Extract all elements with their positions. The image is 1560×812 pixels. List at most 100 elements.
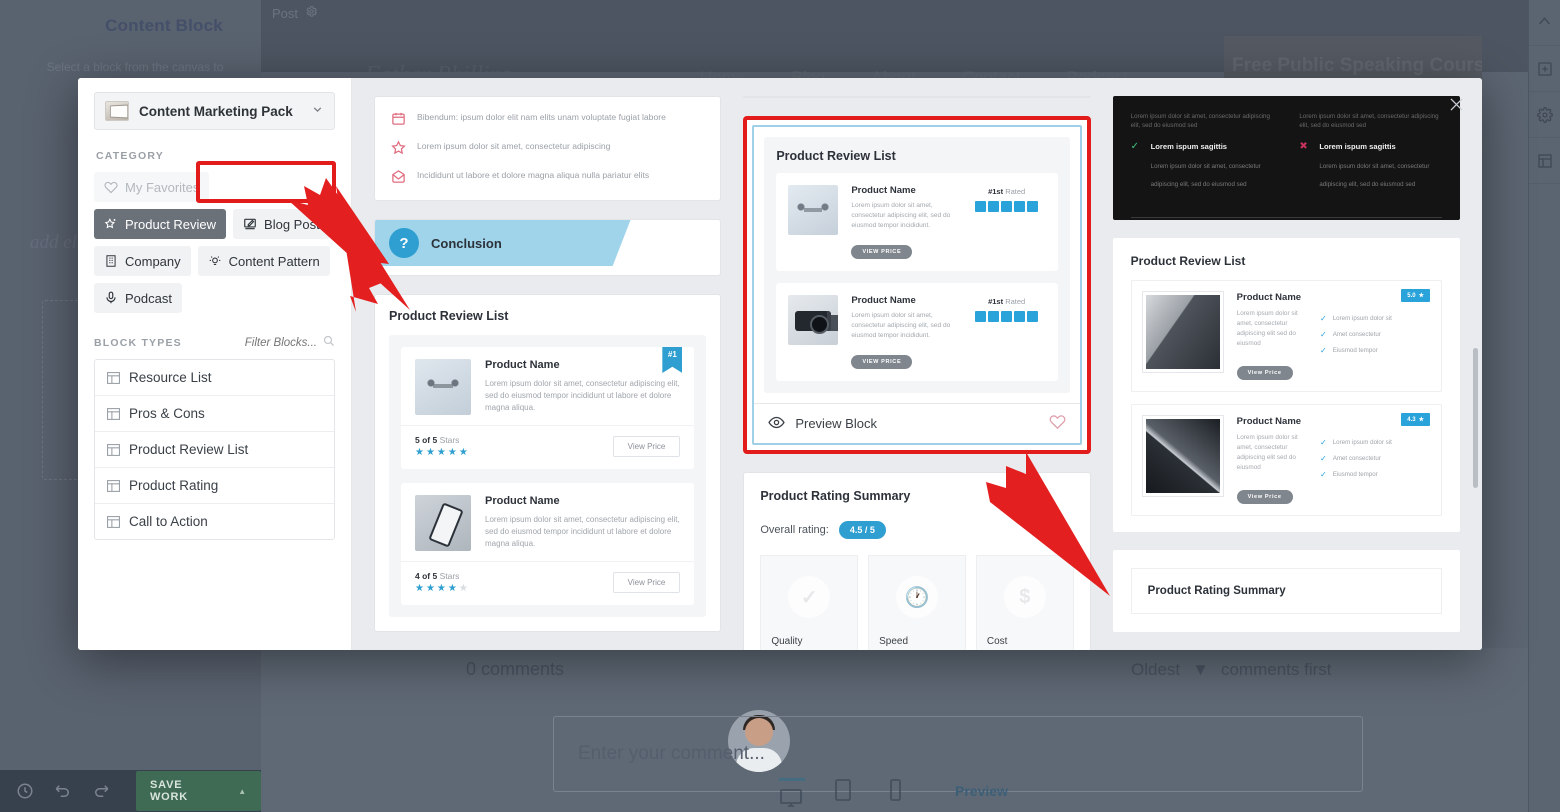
rank-bold: #1st — [988, 187, 1004, 196]
close-icon[interactable] — [1444, 92, 1468, 116]
chip-my-favorites[interactable]: My Favorites — [94, 172, 210, 202]
bullet-list-preview[interactable]: Bibendum: ipsum dolor elit nam elits una… — [374, 96, 722, 201]
block-layout-icon — [107, 407, 120, 420]
rating-summary-title: Product Rating Summary — [760, 489, 911, 503]
list-item[interactable]: 5.0 ★ Product Name Lorem ipsum dolor sit … — [1130, 280, 1442, 392]
save-work-button[interactable]: SAVE WORK ▲ — [136, 771, 261, 811]
desktop-icon[interactable] — [779, 778, 805, 807]
block-item-label: Product Review List — [129, 442, 249, 457]
chevron-down-icon[interactable]: ▼ — [1192, 660, 1209, 680]
history-icon[interactable] — [16, 782, 34, 800]
pro-body: Lorem ipsum dolor sit amet, consectetur … — [1150, 163, 1261, 188]
chip-label: Podcast — [125, 290, 172, 306]
right-rating-summary-preview[interactable]: Product Rating Summary — [1112, 550, 1460, 632]
bullet-row: Bibendum: ipsum dolor elit nam elits una… — [391, 111, 704, 126]
modal-scrollbar[interactable] — [1473, 348, 1478, 488]
view-price-button[interactable]: VIEW PRICE — [851, 355, 913, 369]
rating-column: #1st Rated — [968, 295, 1046, 322]
editor-bottom-bar: SAVE WORK ▲ — [0, 770, 261, 812]
stars-label-rest: Stars — [439, 571, 460, 581]
undo-icon[interactable] — [54, 782, 72, 800]
pencil-square-icon — [243, 217, 257, 231]
settings-gear-icon[interactable] — [1529, 92, 1560, 138]
block-item-call-to-action[interactable]: Call to Action — [95, 504, 334, 539]
view-price-button[interactable]: View Price — [612, 436, 681, 457]
selected-block-footer: Preview Block — [754, 403, 1080, 443]
preview-column-2: Product Review List Product Name Lorem i… — [743, 96, 1091, 650]
right-product-review-list-preview[interactable]: Product Review List 5.0 ★ Product Name Lo… — [1112, 238, 1460, 532]
chip-podcast[interactable]: Podcast — [94, 283, 182, 313]
rank-label: #1st Rated — [968, 297, 1046, 306]
block-item-product-rating[interactable]: Product Rating — [95, 468, 334, 504]
filter-blocks[interactable] — [227, 335, 335, 350]
list-item[interactable]: 4.3 ★ Product Name Lorem ipsum dolor sit … — [1130, 404, 1442, 516]
chip-label: Content Pattern — [228, 253, 320, 269]
add-block-icon[interactable] — [1529, 46, 1560, 92]
view-price-button[interactable]: View Price — [1236, 366, 1293, 380]
product-rating-summary-preview[interactable]: Product Rating Summary Overall rating: 4… — [743, 472, 1091, 650]
chip-company[interactable]: Company — [94, 246, 191, 276]
star-rating: ★★★★★ — [415, 447, 470, 458]
partial-card-top — [743, 96, 1091, 98]
preview-title: Product Review List — [1130, 254, 1246, 268]
chip-label: Blog Post — [264, 216, 320, 232]
bullet-row: Lorem ipsum dolor sit amet, consectetur … — [391, 140, 704, 155]
selected-block-title: Product Review List — [776, 149, 896, 163]
chevron-down-icon[interactable] — [311, 103, 324, 119]
favorite-heart-icon[interactable] — [1049, 413, 1066, 434]
chip-product-review[interactable]: Product Review — [94, 209, 227, 239]
chip-content-pattern[interactable]: Content Pattern — [197, 246, 330, 276]
preview-block-button[interactable]: Preview Block — [768, 414, 877, 434]
product-description: Lorem ipsum dolor sit amet, consectetur … — [485, 379, 680, 412]
rating-criteria-grid: ✓ Quality ★★★★★ 🕐 Speed ★★★★★ $ Cost ★★★… — [760, 555, 1074, 650]
search-icon[interactable] — [323, 335, 335, 350]
product-name: Product Name — [1236, 416, 1302, 427]
block-item-product-review-list[interactable]: Product Review List — [95, 432, 334, 468]
layers-icon[interactable] — [1529, 0, 1560, 46]
conclusion-preview[interactable]: ? Conclusion Lorem ipsum dolor sit amet,… — [374, 219, 722, 276]
chip-label: Product Review — [125, 216, 217, 232]
chip-label: My Favorites — [125, 179, 200, 195]
question-mark-icon: ? — [389, 228, 419, 258]
block-types-list: Resource List Pros & Cons Product Review… — [94, 359, 335, 540]
list-item[interactable]: Product Name Lorem ipsum dolor sit amet,… — [776, 283, 1058, 381]
comments-sort[interactable]: Oldest ▼ comments first — [1131, 660, 1332, 680]
block-item-pros-cons[interactable]: Pros & Cons — [95, 396, 334, 432]
chip-blog-post[interactable]: Blog Post — [233, 209, 330, 239]
block-item-resource-list[interactable]: Resource List — [95, 360, 334, 396]
view-price-button[interactable]: VIEW PRICE — [851, 245, 913, 259]
device-preview-bar: Preview — [779, 778, 1008, 807]
view-price-button[interactable]: View Price — [612, 572, 681, 593]
pros-cons-dark-preview[interactable]: Lorem ipsum dolor sit amet, consectetur … — [1112, 96, 1460, 220]
list-item[interactable]: Product Name Lorem ipsum dolor sit amet,… — [776, 173, 1058, 271]
feature-text: Lorem ipsum dolor sit — [1332, 439, 1392, 446]
tablet-icon[interactable] — [833, 778, 859, 804]
filter-blocks-input[interactable] — [227, 336, 317, 349]
list-item[interactable]: Product Name Lorem ipsum dolor sit amet,… — [401, 483, 695, 605]
chevron-up-icon[interactable]: ▲ — [238, 787, 247, 796]
stars-label-bold: 5 of 5 — [415, 435, 438, 445]
square-rating — [968, 201, 1046, 212]
block-layout-icon — [107, 443, 120, 456]
feature-list: ✓ Lorem ipsum dolor sit ✓ Amet consectetur… — [1320, 416, 1430, 504]
sort-value[interactable]: Oldest — [1131, 660, 1180, 680]
selected-block-card[interactable]: Product Review List Product Name Lorem i… — [752, 125, 1082, 445]
dollar-icon: $ — [1003, 576, 1046, 618]
score-value: 4.3 — [1407, 416, 1416, 423]
product-review-list-preview[interactable]: Product Review List #1 Product Name Lore… — [374, 294, 722, 632]
bullet-text: Lorem ipsum dolor sit amet, consectetur … — [417, 141, 611, 151]
preview-column-3: Lorem ipsum dolor sit amet, consectetur … — [1112, 96, 1460, 632]
preview-button[interactable]: Preview — [955, 783, 1008, 799]
page-structure-icon[interactable] — [1529, 138, 1560, 184]
score-value: 5.0 — [1407, 292, 1416, 299]
mobile-icon[interactable] — [887, 778, 913, 804]
pack-thumbnail-icon — [105, 101, 129, 121]
score-badge: 5.0 ★ — [1401, 289, 1430, 302]
pack-selector[interactable]: Content Marketing Pack — [94, 92, 335, 130]
view-price-button[interactable]: View Price — [1236, 490, 1293, 504]
product-image — [788, 185, 839, 235]
list-item[interactable]: #1 Product Name Lorem ipsum dolor sit am… — [401, 347, 695, 469]
microphone-icon — [104, 291, 118, 305]
overall-rating-row: Overall rating: 4.5 / 5 — [760, 521, 1073, 539]
mail-icon — [391, 169, 406, 184]
